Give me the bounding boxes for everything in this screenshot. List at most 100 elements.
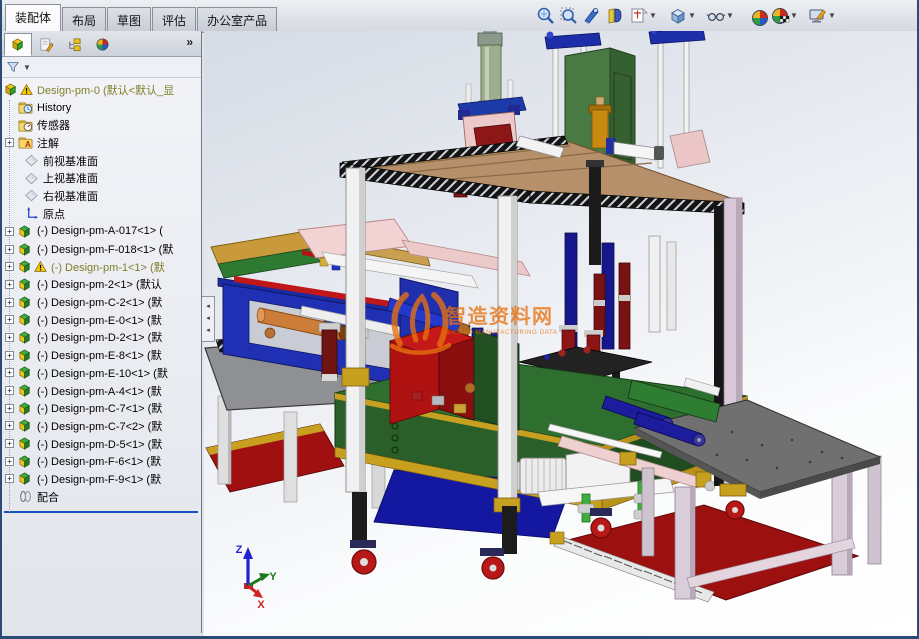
tree-item-sensors[interactable]: 传感器 — [2, 116, 201, 134]
tab-office-products[interactable]: 办公室产品 — [197, 7, 277, 33]
component-icon — [18, 277, 33, 292]
expand-icon[interactable]: + — [5, 245, 14, 254]
graphics-viewport[interactable]: 智造资料网 ZHIZAO MANUFACTURING DATA Z Y X — [204, 31, 919, 636]
origin-icon — [24, 206, 39, 221]
tree-item-right-plane[interactable]: 右视基准面 — [2, 187, 201, 205]
feature-tree: Design-pm-0 (默认<默认_显 History 传感器 + 注解 前视… — [2, 78, 201, 513]
expand-icon[interactable]: + — [5, 474, 14, 483]
tree-item-component[interactable]: +(-) Design-pm-F-6<1> (默 — [2, 452, 201, 470]
tree-item-component[interactable]: +(-) Design-pm-D-5<1> (默 — [2, 435, 201, 453]
expand-icon[interactable]: + — [5, 421, 14, 430]
tree-item-component[interactable]: +(-) Design-pm-D-2<1> (默 — [2, 329, 201, 347]
expand-icon[interactable]: + — [5, 457, 14, 466]
component-icon — [18, 471, 33, 486]
view-orientation-icon[interactable] — [629, 6, 649, 26]
coordinate-triad: Z Y X — [236, 544, 278, 611]
command-manager-bar: 装配体 布局 草图 评估 办公室产品 ▼ ▼ ▼ — [2, 0, 917, 32]
plane-icon — [24, 153, 39, 168]
view-settings-icon[interactable] — [808, 6, 828, 26]
apply-scene-icon[interactable] — [770, 6, 790, 26]
triad-y-label: Y — [269, 571, 277, 583]
tree-item-component[interactable]: +(-) Design-pm-C-7<2> (默 — [2, 417, 201, 435]
section-view-icon[interactable] — [606, 6, 626, 26]
watermark-en: ZHIZAO MANUFACTURING DATA — [447, 329, 558, 336]
hide-show-items-icon[interactable] — [706, 6, 726, 26]
component-icon — [18, 365, 33, 380]
tree-item-component[interactable]: +(-) Design-pm-E-8<1> (默 — [2, 346, 201, 364]
zoom-to-area-icon[interactable] — [559, 6, 579, 26]
tree-item-component-warning[interactable]: +(-) Design-pm-1<1> (默 — [2, 258, 201, 276]
component-icon — [18, 330, 33, 345]
expand-icon[interactable]: + — [5, 333, 14, 342]
tree-item-front-plane[interactable]: 前视基准面 — [2, 152, 201, 170]
view-settings-dropdown[interactable]: ▼ — [827, 11, 837, 20]
panel-splitter[interactable]: ◂ ◂ ◂ — [202, 296, 215, 342]
component-icon — [18, 418, 33, 433]
expand-icon[interactable]: + — [5, 298, 14, 307]
history-folder-icon — [18, 100, 33, 115]
tab-layout[interactable]: 布局 — [62, 7, 106, 33]
tab-property-manager[interactable] — [32, 33, 60, 56]
triad-z-label: Z — [236, 544, 243, 556]
tree-item-annotations[interactable]: + 注解 — [2, 134, 201, 152]
expand-icon[interactable]: + — [5, 227, 14, 236]
filter-dropdown-arrow[interactable]: ▼ — [23, 63, 31, 72]
tree-item-component[interactable]: +(-) Design-pm-F-018<1> (默 — [2, 240, 201, 258]
expand-icon[interactable]: + — [5, 439, 14, 448]
command-tabs: 装配体 布局 草图 评估 办公室产品 — [5, 4, 278, 33]
tab-sketch[interactable]: 草图 — [107, 7, 151, 33]
mates-paperclip-icon — [18, 489, 33, 504]
tree-item-component[interactable]: +(-) Design-pm-E-10<1> (默 — [2, 364, 201, 382]
expand-icon[interactable]: + — [5, 262, 14, 271]
expand-icon[interactable]: + — [5, 351, 14, 360]
tree-item-component[interactable]: +(-) Design-pm-C-2<1> (默 — [2, 293, 201, 311]
tree-item-mates[interactable]: 配合 — [2, 488, 201, 506]
tab-display-manager[interactable] — [88, 33, 116, 56]
warning-icon — [20, 83, 33, 96]
tree-item-component[interactable]: +(-) Design-pm-E-0<1> (默 — [2, 311, 201, 329]
tree-item-component[interactable]: +(-) Design-pm-2<1> (默认 — [2, 276, 201, 294]
panel-tabs-overflow[interactable]: » — [186, 35, 193, 49]
watermark-cn: 智造资料网 — [446, 304, 554, 328]
expand-icon[interactable]: + — [5, 386, 14, 395]
hide-show-items-dropdown[interactable]: ▼ — [725, 11, 735, 20]
tab-featuremanager-tree[interactable] — [4, 33, 32, 56]
triad-x-label: X — [257, 599, 265, 611]
plane-icon — [24, 171, 39, 186]
component-icon — [18, 259, 33, 274]
machine-3d-view[interactable]: 智造资料网 ZHIZAO MANUFACTURING DATA Z Y X — [204, 31, 919, 636]
component-icon — [18, 436, 33, 451]
component-icon — [18, 295, 33, 310]
expand-icon[interactable]: + — [5, 138, 14, 147]
display-style-dropdown[interactable]: ▼ — [687, 11, 697, 20]
zoom-to-fit-icon[interactable] — [536, 6, 556, 26]
tree-item-component[interactable]: +(-) Design-pm-F-9<1> (默 — [2, 470, 201, 488]
expand-icon[interactable]: + — [5, 404, 14, 413]
tab-evaluate[interactable]: 评估 — [152, 7, 196, 33]
tree-filter-bar[interactable]: ▼ — [2, 57, 201, 78]
expand-icon[interactable]: + — [5, 368, 14, 377]
expand-icon[interactable]: + — [5, 315, 14, 324]
panel-tab-strip: » — [2, 31, 201, 57]
rollback-bar[interactable] — [4, 511, 198, 513]
expand-icon[interactable]: + — [5, 280, 14, 289]
view-orientation-dropdown[interactable]: ▼ — [648, 11, 658, 20]
apply-scene-dropdown[interactable]: ▼ — [789, 11, 799, 20]
tree-item-root[interactable]: Design-pm-0 (默认<默认_显 — [2, 81, 201, 99]
display-style-icon[interactable] — [668, 6, 688, 26]
component-icon — [18, 242, 33, 257]
tree-item-top-plane[interactable]: 上视基准面 — [2, 169, 201, 187]
tree-item-component[interactable]: +(-) Design-pm-A-4<1> (默 — [2, 382, 201, 400]
zoom-to-selection-icon[interactable] — [582, 6, 602, 26]
tab-assembly[interactable]: 装配体 — [5, 4, 61, 33]
solidworks-window: 装配体 布局 草图 评估 办公室产品 ▼ ▼ ▼ — [0, 0, 919, 639]
filter-funnel-icon — [6, 60, 20, 74]
tree-item-component[interactable]: +(-) Design-pm-A-017<1> ( — [2, 223, 201, 241]
tree-item-origin[interactable]: 原点 — [2, 205, 201, 223]
tab-configuration-manager[interactable] — [60, 33, 88, 56]
component-icon — [18, 224, 33, 239]
edit-appearance-icon[interactable] — [748, 6, 768, 26]
tree-item-history[interactable]: History — [2, 99, 201, 117]
annotations-folder-icon — [18, 135, 33, 150]
tree-item-component[interactable]: +(-) Design-pm-C-7<1> (默 — [2, 399, 201, 417]
